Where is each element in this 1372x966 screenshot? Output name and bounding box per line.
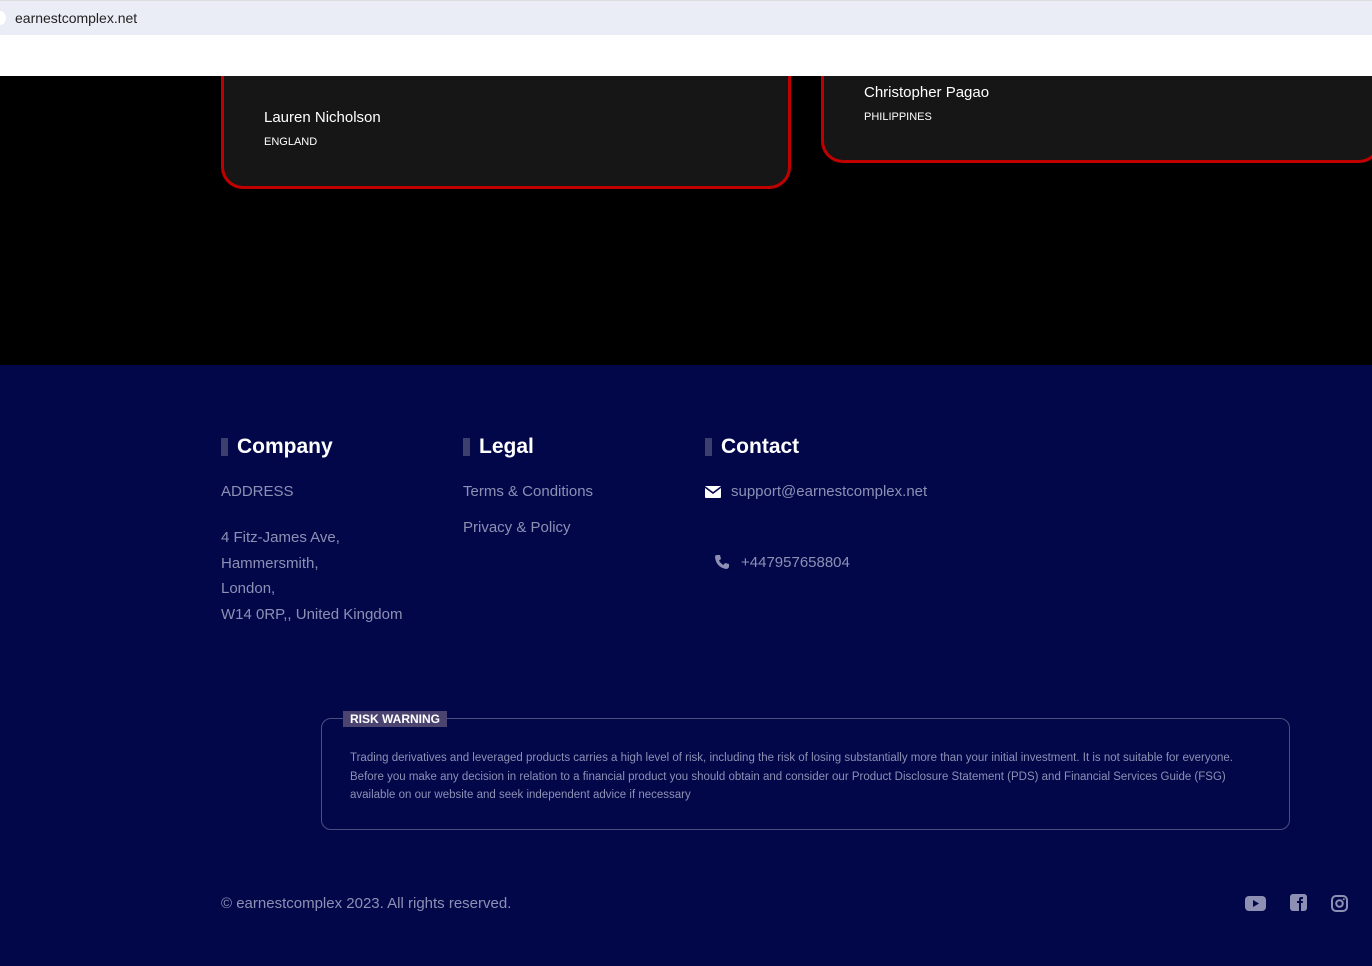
address-line: 4 Fitz-James Ave, — [221, 529, 340, 546]
address-line: W14 0RP,, United Kingdom — [221, 605, 403, 623]
site-info-icon[interactable] — [0, 11, 6, 25]
company-heading: Company — [221, 435, 333, 459]
terms-link[interactable]: Terms & Conditions — [463, 483, 593, 500]
testimonial-country: PHILIPPINES — [864, 111, 932, 123]
privacy-link[interactable]: Privacy & Policy — [463, 519, 571, 536]
testimonial-country: ENGLAND — [264, 136, 318, 148]
phone-link[interactable]: +447957658804 — [741, 554, 850, 571]
testimonial-name: Christopher Pagao — [864, 84, 990, 101]
instagram-icon[interactable] — [1331, 895, 1348, 912]
url-text[interactable]: earnestcomplex.net — [15, 10, 137, 26]
testimonials-section: Lauren Nicholson ENGLAND Christopher Pag… — [0, 76, 1372, 365]
testimonial-name: Lauren Nicholson — [264, 109, 381, 126]
address-line: Hammersmith, — [221, 554, 319, 572]
email-link[interactable]: support@earnestcomplex.net — [731, 483, 927, 500]
envelope-icon — [705, 486, 721, 498]
copyright: © earnestcomplex 2023. All rights reserv… — [221, 895, 512, 912]
risk-warning-text: Trading derivatives and leveraged produc… — [350, 752, 1233, 801]
risk-warning-label: RISK WARNING — [343, 711, 447, 727]
testimonial-card: Lauren Nicholson ENGLAND — [221, 76, 791, 189]
contact-heading: Contact — [705, 435, 799, 459]
address: 4 Fitz-James Ave, Hammersmith, London, W… — [221, 525, 403, 627]
address-label: ADDRESS — [221, 483, 294, 500]
footer: Company ADDRESS 4 Fitz-James Ave, Hammer… — [0, 365, 1372, 966]
risk-warning-box: RISK WARNING Trading derivatives and lev… — [321, 711, 1290, 830]
youtube-icon[interactable] — [1245, 896, 1266, 911]
legal-heading: Legal — [463, 435, 534, 459]
facebook-icon[interactable] — [1290, 894, 1307, 911]
site-header — [0, 35, 1372, 76]
address-line: London, — [221, 580, 276, 598]
address-bar[interactable]: earnestcomplex.net — [0, 0, 1372, 35]
phone-icon — [715, 555, 729, 569]
testimonial-card: Christopher Pagao PHILIPPINES — [821, 76, 1372, 163]
